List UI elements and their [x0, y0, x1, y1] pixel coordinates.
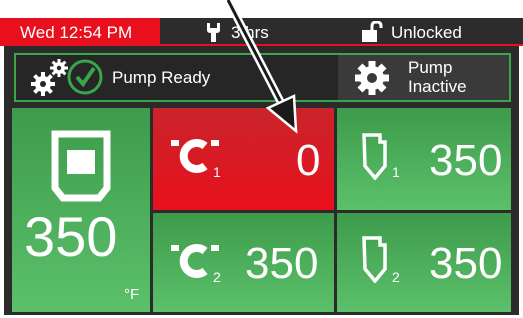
- gun-2-index: 2: [392, 269, 400, 285]
- hose-2-tile[interactable]: 2 350: [153, 213, 334, 312]
- datetime-box[interactable]: Wed 12:54 PM: [0, 18, 160, 46]
- tank-temperature-unit: °F: [124, 286, 140, 303]
- datetime-label: Wed 12:54 PM: [20, 23, 133, 42]
- gears-check-icon: [31, 59, 103, 96]
- hose-2-index: 2: [213, 269, 221, 285]
- gun-icon: [362, 133, 387, 180]
- hose-1-value: 0: [296, 136, 321, 185]
- gun-2-tile[interactable]: 2 350: [337, 213, 511, 312]
- unlock-icon: [362, 21, 383, 42]
- screen: Wed 12:54 PM 3 hrs Unlocked Pump Ready P…: [0, 0, 523, 318]
- tank-icon: [51, 130, 111, 202]
- gun-1-value: 350: [429, 136, 503, 185]
- wrench-icon: [207, 23, 220, 42]
- hours-label: 3 hrs: [231, 23, 269, 42]
- pump-ready-status[interactable]: Pump Ready: [16, 55, 336, 100]
- pump-inactive-button[interactable]: Pump Inactive: [338, 55, 509, 100]
- gun-1-index: 1: [392, 164, 400, 180]
- gun-1-tile[interactable]: 1 350: [337, 108, 511, 210]
- pump-ready-label: Pump Ready: [112, 68, 211, 87]
- top-bar: Wed 12:54 PM 3 hrs Unlocked: [0, 18, 523, 46]
- tank-temperature: 350: [24, 205, 118, 268]
- gear-icon: [355, 61, 389, 95]
- hose-1-index: 1: [213, 164, 221, 180]
- gun-2-value: 350: [429, 239, 503, 288]
- pump-inactive-label: Pump Inactive: [408, 58, 467, 96]
- tank-tile[interactable]: 350 °F: [12, 108, 150, 312]
- status-bar: Pump Ready Pump Inactive: [14, 53, 511, 102]
- lock-label: Unlocked: [391, 23, 462, 42]
- accent-line: [160, 44, 523, 46]
- gun-icon: [362, 236, 387, 283]
- hose-2-value: 350: [245, 239, 319, 288]
- hose-1-tile[interactable]: 1 0: [153, 108, 334, 210]
